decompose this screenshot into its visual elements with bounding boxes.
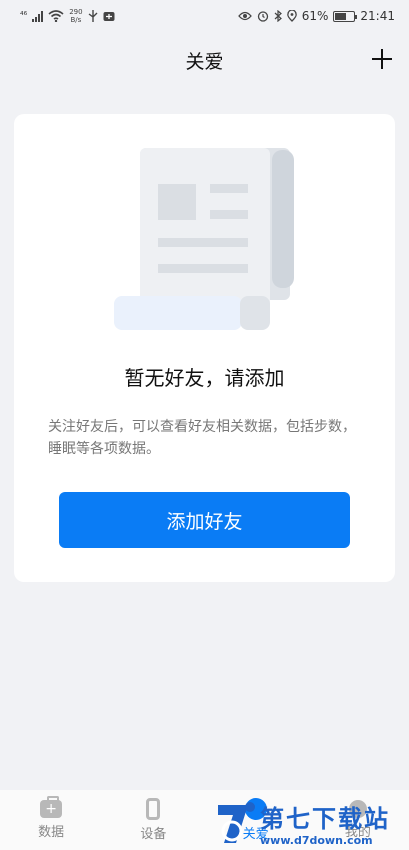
tab-device-label: 设备 <box>140 827 167 842</box>
battery-icon <box>333 10 358 22</box>
net-speed-value: 290 <box>69 8 83 16</box>
tab-data[interactable]: 数据 <box>0 790 102 850</box>
page-title: 关爱 <box>185 50 224 73</box>
usb-icon <box>88 10 98 22</box>
add-icon[interactable] <box>369 46 395 72</box>
status-bar: ⁴⁶ 290 B/s 61% 21:41 <box>0 0 409 32</box>
bluetooth-icon <box>274 10 282 22</box>
watermark-text: 第七下载站 www.d7down.com <box>260 799 390 847</box>
medical-kit-icon <box>40 796 63 818</box>
tab-data-label: 数据 <box>38 825 65 840</box>
alarm-icon <box>257 11 268 22</box>
document-illustration-icon <box>114 148 294 330</box>
notification-icon <box>103 11 115 21</box>
location-icon <box>286 10 297 22</box>
add-friend-button[interactable]: 添加好友 <box>59 492 350 548</box>
net-speed: 290 B/s <box>69 8 82 24</box>
watermark-logo-icon <box>218 802 255 843</box>
watermark: 第七下载站 www.d7down.com <box>214 796 409 850</box>
battery-percent: 61% <box>301 9 329 23</box>
status-right: 61% 21:41 <box>237 9 395 23</box>
empty-state-title: 暂无好友，请添加 <box>124 366 285 390</box>
header: 关爱 <box>0 38 409 82</box>
watermark-brand: 第七下载站 <box>260 805 390 833</box>
eye-icon <box>237 11 252 21</box>
status-left: ⁴⁶ 290 B/s <box>20 8 115 24</box>
empty-state-description: 关注好友后，可以查看好友相关数据，包括步数，睡眠等各项数据。 <box>48 419 356 457</box>
sim-label: ⁴⁶ <box>20 11 28 21</box>
watermark-url: www.d7down.com <box>260 834 373 847</box>
signal-icon <box>32 10 44 22</box>
net-speed-unit: B/s <box>70 16 82 24</box>
watch-icon <box>146 798 161 820</box>
empty-state-card: 暂无好友，请添加 关注好友后，可以查看好友相关数据，包括步数，睡眠等各项数据。 … <box>14 114 395 582</box>
wifi-icon <box>48 10 64 22</box>
tab-device[interactable]: 设备 <box>102 790 204 850</box>
clock-time: 21:41 <box>360 9 395 23</box>
